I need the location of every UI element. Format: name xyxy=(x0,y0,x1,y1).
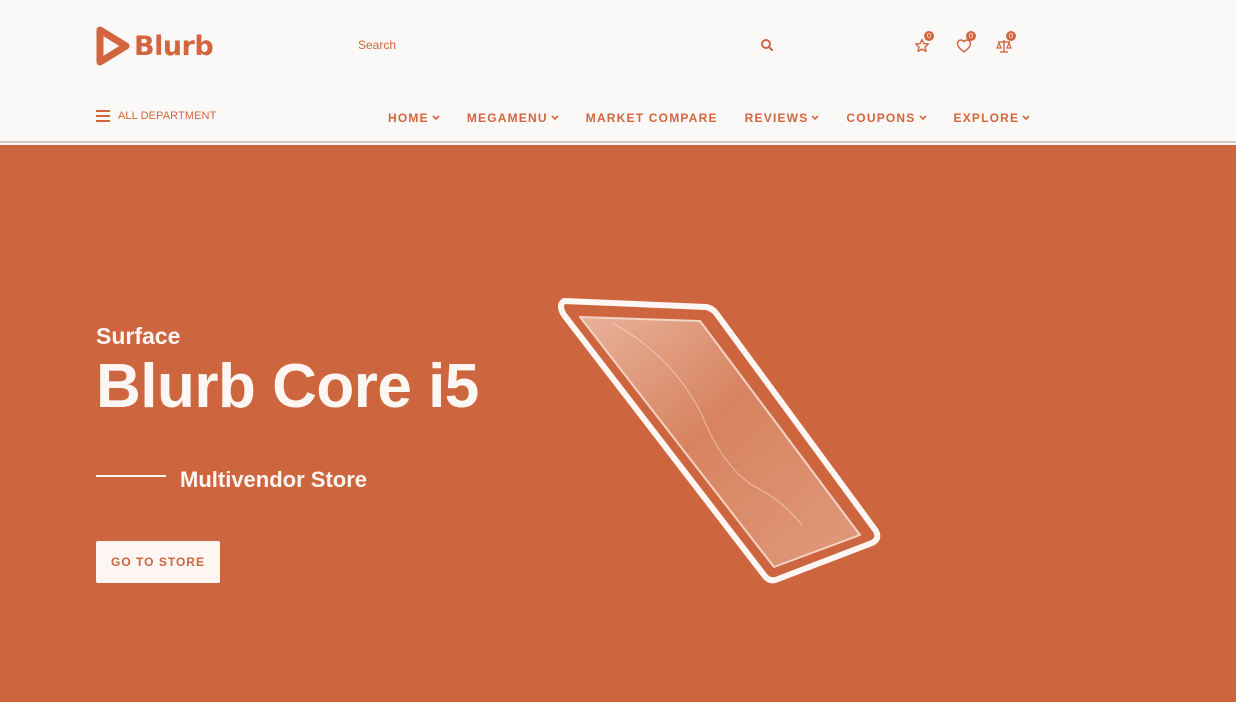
site-header: Blurb 0 0 0 xyxy=(0,0,1236,143)
search-bar xyxy=(356,32,780,58)
nav-item-home[interactable]: HOME xyxy=(388,111,440,125)
nav-item-market-compare[interactable]: MARKET COMPARE xyxy=(586,111,718,125)
play-logo-icon xyxy=(96,26,130,66)
search-button[interactable] xyxy=(758,36,776,54)
main-nav: HOME MEGAMENU MARKET COMPARE REVIEWS COU… xyxy=(388,111,1030,125)
hero-tagline: Multivendor Store xyxy=(180,467,368,492)
favorites-button[interactable]: 0 xyxy=(914,31,938,58)
chevron-down-icon xyxy=(551,115,559,121)
chevron-down-icon xyxy=(1022,115,1030,121)
nav-item-megamenu[interactable]: MEGAMENU xyxy=(467,111,559,125)
tablet-product-image xyxy=(558,298,881,584)
chevron-down-icon xyxy=(918,115,927,121)
hero-divider-line xyxy=(96,475,166,477)
chevron-down-icon xyxy=(432,115,440,121)
logo-text: Blurb xyxy=(134,30,214,62)
nav-item-label: REVIEWS xyxy=(744,111,809,125)
hero-banner: Surface Blurb Core i5 Multivendor Store … xyxy=(0,145,1236,702)
compare-count-badge: 0 xyxy=(1006,31,1016,41)
search-icon xyxy=(761,39,773,51)
chevron-down-icon xyxy=(811,115,819,121)
all-department-menu[interactable]: ALL DEPARTMENT xyxy=(96,110,216,122)
nav-item-reviews[interactable]: REVIEWS xyxy=(745,111,820,125)
nav-item-label: HOME xyxy=(388,111,429,125)
wishlist-count-badge: 0 xyxy=(966,31,976,41)
hero-title: Blurb Core i5 xyxy=(96,352,479,421)
hero-subtitle: Surface xyxy=(96,323,181,349)
favorites-count-badge: 0 xyxy=(924,31,934,41)
compare-button[interactable]: 0 xyxy=(996,31,1020,58)
hamburger-menu-icon xyxy=(96,110,110,122)
nav-item-coupons[interactable]: COUPONS xyxy=(846,111,927,125)
nav-item-explore[interactable]: EXPLORE xyxy=(954,111,1031,125)
nav-item-label: MARKET COMPARE xyxy=(585,111,718,125)
search-input[interactable] xyxy=(356,38,736,52)
nav-item-label: COUPONS xyxy=(846,111,916,125)
go-to-store-button[interactable]: GO TO STORE xyxy=(96,541,220,583)
nav-item-label: EXPLORE xyxy=(953,111,1020,125)
wishlist-button[interactable]: 0 xyxy=(956,31,980,58)
all-department-label: ALL DEPARTMENT xyxy=(118,110,217,122)
logo[interactable]: Blurb xyxy=(96,24,214,68)
nav-item-label: MEGAMENU xyxy=(466,111,548,125)
